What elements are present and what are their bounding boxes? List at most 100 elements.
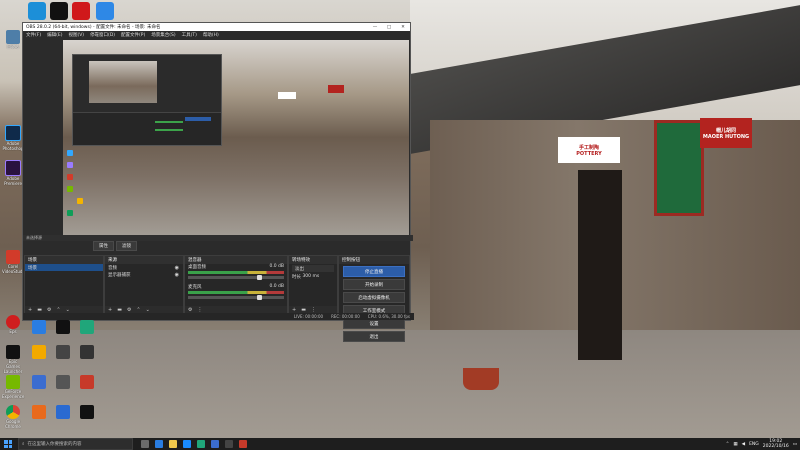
start-button[interactable] [0,438,16,450]
desktop-icon-extra-11[interactable] [52,405,74,419]
menu-scene-collection[interactable]: 场景集合(S) [151,32,175,38]
duration-row: 时长 300 ms [289,273,337,280]
controls-dock: 控制按钮 停止直播 开始录制 启动虚拟摄像机 工作室模式 设置 退出 [338,255,410,342]
app-icon[interactable] [225,440,233,448]
wallpaper-flowerpot [463,368,499,390]
cloud-icon[interactable] [96,2,114,20]
obs-taskbar-icon[interactable] [239,440,247,448]
app-icon-top-1[interactable] [28,2,46,20]
duration-label: 时长 [292,274,301,280]
properties-tab[interactable]: 属性 [93,241,114,251]
source-label: 音频 [108,265,117,271]
wallpaper-ground [0,330,800,438]
desktop-icon-extra-1[interactable] [28,320,50,334]
language-indicator[interactable]: ENG [749,442,759,447]
no-source-label: 未选择源 [26,235,42,240]
menu-docks[interactable]: 停靠窗口(D) [90,32,115,38]
system-tray: ⌃ ▦ ◀ ENG 19:02 2022/10/16 ▭ [726,439,800,449]
visibility-icon[interactable]: ◉ [175,265,179,271]
desktop-icon-extra-3[interactable] [76,320,98,334]
cpu-status: CPU: 0.6%, 30.00 fps [367,314,410,319]
scene-item[interactable]: 场景 [25,264,103,271]
explorer-icon[interactable] [169,440,177,448]
desktop-icon-extra-4[interactable] [28,345,50,359]
source-item[interactable]: 显示器捕获 ◉ [105,271,183,278]
scenes-header: 场景 [25,256,103,264]
visibility-icon[interactable]: ◉ [175,272,179,278]
app-icon[interactable] [197,440,205,448]
volume-knob[interactable] [257,275,263,280]
menu-view[interactable]: 视图(V) [68,32,84,38]
menu-edit[interactable]: 编辑(E) [47,32,62,38]
volume-slider[interactable] [188,295,284,300]
nested-primary-button [185,117,211,121]
obs-statusbar: LIVE: 00:00:00 REC: 00:00:00 CPU: 0.6%, … [23,313,414,320]
search-placeholder: 在这里输入你要搜索的内容 [27,442,82,447]
menu-tools[interactable]: 工具(T) [182,32,197,38]
transitions-dock: 转场特效 淡出 时长 300 ms + ▬ ⋮ [288,255,338,315]
volume-knob[interactable] [257,295,263,300]
wallpaper-door [578,170,622,360]
maximize-icon[interactable]: □ [382,25,396,30]
desktop-icon-photoshop[interactable]: Adobe Photoshop [2,125,24,151]
transitions-header: 转场特效 [289,256,337,264]
qq-icon[interactable] [50,2,68,20]
obs-titlebar[interactable]: OBS 28.0.2 (64-bit, windows) - 配置文件: 未命名… [23,23,410,31]
filters-tab[interactable]: 滤镜 [116,241,137,251]
nested-preview-image [89,61,157,103]
chevron-up-icon[interactable]: ⌃ [726,442,730,447]
obs-preview[interactable] [63,40,409,235]
desktop-icon-extra-10[interactable] [28,405,50,419]
desktop-icon-extra-6[interactable] [76,345,98,359]
desktop-icon-recycle[interactable]: 回收站 [2,30,24,49]
desktop-icon-geforce[interactable]: GeForce Experience [2,375,24,399]
menu-help[interactable]: 帮助(H) [203,32,219,38]
exit-button[interactable]: 退出 [343,331,405,342]
epic-games-icon [6,345,20,359]
mixer-channel: 麦克风 0.0 dB [185,284,287,304]
wps-icon[interactable] [72,2,90,20]
app-icon [32,345,46,359]
desktop-icon-extra-12[interactable] [76,405,98,419]
app-icon [32,405,46,419]
desktop-icon-extra-8[interactable] [52,375,74,389]
source-item[interactable]: 音频 ◉ [105,264,183,271]
channel-name: 桌面音频 [188,265,206,270]
minimize-icon[interactable]: — [368,25,382,30]
desktop-icon-extra-5[interactable] [52,345,74,359]
transition-select[interactable]: 淡出 [292,265,334,272]
desktop-icon-epic[interactable]: Epic Games Launcher [2,345,24,374]
desktop-icon-chrome[interactable]: Google Chrome [2,405,24,429]
start-recording-button[interactable]: 开始录制 [343,279,405,290]
menu-file[interactable]: 文件(F) [26,32,41,38]
virtual-camera-button[interactable]: 启动虚拟摄像机 [343,292,405,303]
desktop-icon-extra-9[interactable] [76,375,98,389]
app-icon[interactable] [183,440,191,448]
stop-streaming-button[interactable]: 停止直播 [343,266,405,277]
level-meter [188,291,284,294]
obs-title: OBS 28.0.2 (64-bit, windows) - 配置文件: 未命名… [26,25,161,30]
preview-desktop-icons [63,140,103,235]
obs-window[interactable]: OBS 28.0.2 (64-bit, windows) - 配置文件: 未命名… [22,22,414,342]
notification-icon[interactable]: ▭ [793,442,797,447]
app-icon [32,375,46,389]
menu-profile[interactable]: 配置文件(P) [121,32,145,38]
edge-icon[interactable] [155,440,163,448]
hutong-sign: 帽儿胡同 MAOER HUTONG [700,118,752,148]
preview-white-sign [278,92,296,99]
volume-slider[interactable] [188,275,284,280]
scenes-dock: 场景 场景 + ▬ ⚙ ⌃ ⌄ [24,255,104,315]
desktop-icon-extra-2[interactable] [52,320,74,334]
desktop-icon-eps[interactable]: Eps [2,315,24,334]
volume-icon[interactable]: ◀ [742,442,745,447]
duration-value[interactable]: 300 ms [302,274,319,279]
desktop-icon-corel[interactable]: Corel VideoStudio [2,250,26,274]
network-icon[interactable]: ▦ [733,442,737,447]
clock[interactable]: 19:02 2022/10/16 [763,439,789,449]
desktop-icon-premiere[interactable]: Adobe Premiere [2,160,24,186]
task-view-icon[interactable] [141,440,149,448]
taskbar-search[interactable]: ⌕ 在这里输入你要搜索的内容 [18,438,133,450]
desktop-icon-extra-7[interactable] [28,375,50,389]
app-icon[interactable] [211,440,219,448]
close-icon[interactable]: ✕ [396,25,410,30]
